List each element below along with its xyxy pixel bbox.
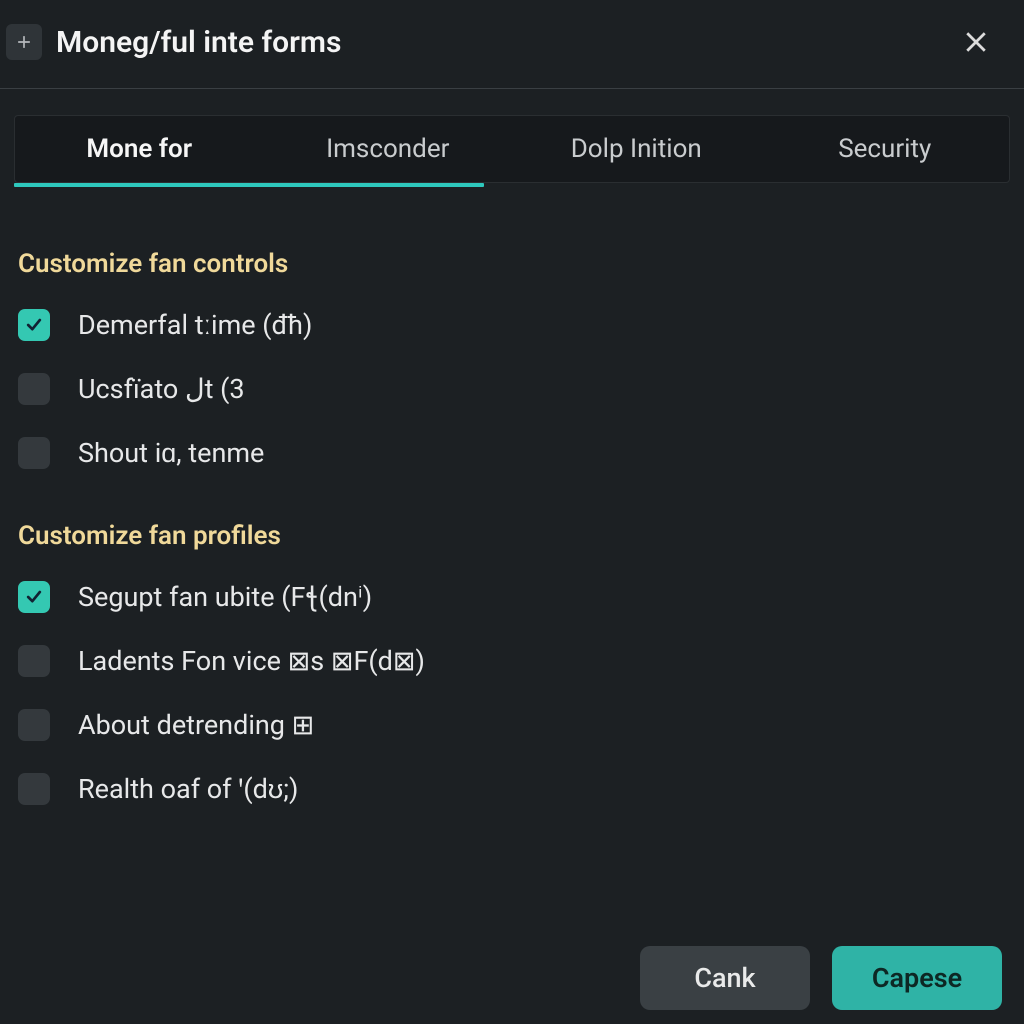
checkbox-shout[interactable] xyxy=(18,437,50,469)
dialog-title: Moneg/ful inte forms xyxy=(56,25,956,60)
tab-dolp-inition[interactable]: Dolp Inition xyxy=(512,116,761,182)
close-icon xyxy=(961,27,991,57)
option-label: About detrending ⊞ xyxy=(78,709,314,741)
option-label: Ucsfïato ﻝt (3 xyxy=(78,373,245,405)
option-row: About detrending ⊞ xyxy=(18,693,1006,757)
option-row: Segupt fan ubite (Fꞎ(dnⁱ) xyxy=(18,565,1006,629)
tab-security[interactable]: Security xyxy=(761,116,1010,182)
checkbox-demerfal-time[interactable] xyxy=(18,309,50,341)
option-row: Shout iɑ, tenme xyxy=(18,421,1006,485)
option-label: Segupt fan ubite (Fꞎ(dnⁱ) xyxy=(78,581,372,613)
section-heading-controls: Customize fan controls xyxy=(18,249,1006,279)
option-row: Ucsfïato ﻝt (3 xyxy=(18,357,1006,421)
tab-mone-for[interactable]: Mone for xyxy=(15,116,264,182)
tab-imsconder[interactable]: Imsconder xyxy=(264,116,513,182)
checkbox-about-detrending[interactable] xyxy=(18,709,50,741)
cancel-button[interactable]: Cank xyxy=(640,946,810,1010)
dialog-body: Customize fan controls Demerfal tːime (đ… xyxy=(0,187,1024,821)
option-label: Demerfal tːime (đħ) xyxy=(78,309,312,341)
option-label: Ladents Fon vice ⊠s ⊠F(d⊠) xyxy=(78,645,425,677)
option-row: Demerfal tːime (đħ) xyxy=(18,293,1006,357)
section-heading-profiles: Customize fan profiles xyxy=(18,521,1006,551)
checkbox-realth-oaf[interactable] xyxy=(18,773,50,805)
active-tab-underline xyxy=(14,183,484,187)
checkbox-segupt-fan[interactable] xyxy=(18,581,50,613)
close-button[interactable] xyxy=(956,22,996,62)
option-row: Realth oaf of ꞌ(dʊ;) xyxy=(18,757,1006,821)
confirm-button[interactable]: Capese xyxy=(832,946,1002,1010)
checkbox-ladents-fon[interactable] xyxy=(18,645,50,677)
dialog-footer: Cank Capese xyxy=(640,946,1002,1010)
dialog-header: Moneg/ful inte forms xyxy=(0,0,1024,89)
tab-bar: Mone for Imsconder Dolp Inition Security xyxy=(0,89,1024,187)
option-label: Realth oaf of ꞌ(dʊ;) xyxy=(78,773,298,805)
option-row: Ladents Fon vice ⊠s ⊠F(d⊠) xyxy=(18,629,1006,693)
plus-icon xyxy=(6,24,42,60)
checkbox-ucsfiato[interactable] xyxy=(18,373,50,405)
option-label: Shout iɑ, tenme xyxy=(78,437,264,469)
